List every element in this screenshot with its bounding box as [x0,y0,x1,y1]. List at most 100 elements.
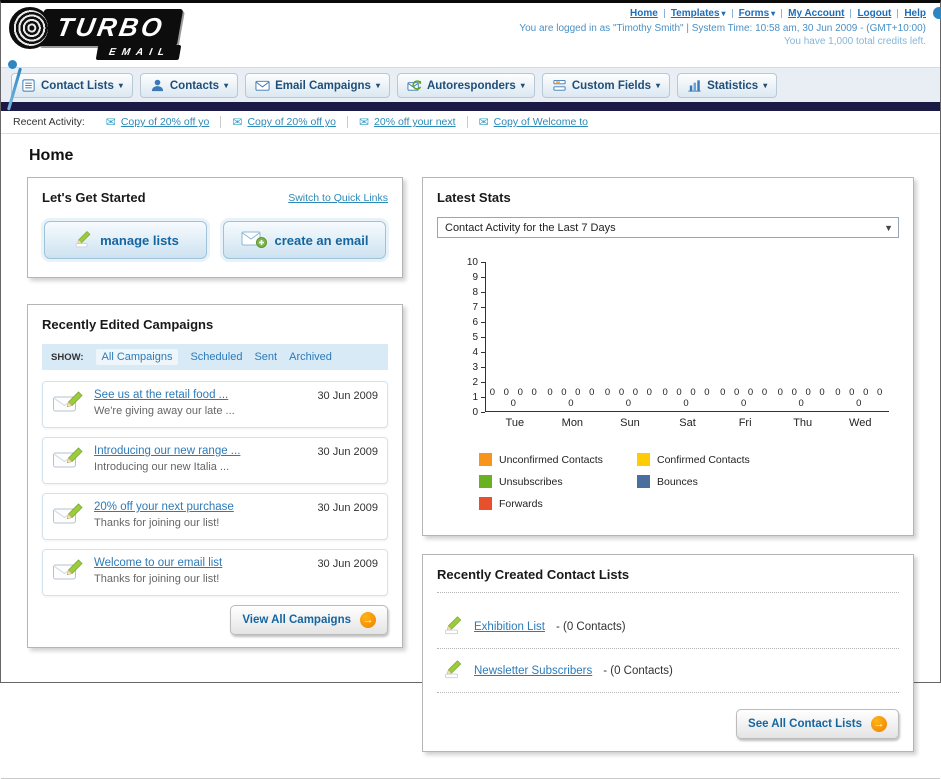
campaign-row[interactable]: See us at the retail food ... We're givi… [42,381,388,428]
contact-list-link[interactable]: Exhibition List [474,621,545,633]
envelope-icon: ✉ [358,115,370,129]
create-email-button[interactable]: create an email [223,221,386,259]
campaign-date: 30 Jun 2009 [317,558,378,570]
campaign-subtitle: We're giving away our late ... [94,405,235,417]
credits-info: You have 1,000 total credits left. [784,36,926,47]
see-all-contact-lists-button[interactable]: See All Contact Lists → [736,709,899,739]
separator [731,8,733,18]
campaign-title-link[interactable]: Welcome to our email list [94,557,307,569]
tab-statistics[interactable]: Statistics ▾ [677,73,778,98]
legend-label: Unsubscribes [499,475,563,488]
recent-activity-bar: Recent Activity: ✉ Copy of 20% off yo ✉ … [1,111,940,134]
chevron-down-icon: ▾ [520,81,525,90]
filter-scheduled[interactable]: Scheduled [190,351,242,363]
campaigns-title: Recently Edited Campaigns [42,317,214,332]
envelope-pencil-icon [52,389,84,420]
email-campaigns-icon [255,78,270,93]
contacts-icon [150,78,165,93]
envelope-plus-icon [241,229,267,252]
top-link-logout[interactable]: Logout [857,8,891,19]
filter-all-campaigns[interactable]: All Campaigns [95,349,179,365]
logo-sub-text: EMAIL [96,45,182,60]
tab-contacts[interactable]: Contacts ▾ [139,73,239,98]
top-link-help[interactable]: Help [904,8,926,19]
tab-custom-fields[interactable]: Custom Fields ▾ [541,73,671,98]
campaign-title-link[interactable]: Introducing our new range ... [94,445,307,457]
tab-contact-lists[interactable]: Contact Lists ▾ [11,73,133,98]
view-all-campaigns-button[interactable]: View All Campaigns → [230,605,388,635]
top-nav-links: Home Templates ▾ Forms ▾ My Account Logout Help [519,8,926,19]
chart-x-tick-label: Sun [620,417,640,429]
manage-lists-label: manage lists [100,232,179,248]
campaign-date: 30 Jun 2009 [317,502,378,514]
legend-swatch [637,453,650,466]
top-link-my-account[interactable]: My Account [788,8,844,19]
arrow-right-icon: → [871,716,887,732]
chevron-down-icon: ▾ [721,9,726,18]
campaign-row[interactable]: 20% off your next purchase Thanks for jo… [42,493,388,540]
contact-list-count: - (0 Contacts) [555,620,626,633]
chart-value-labels: 0 0 0 0 0 [489,387,540,409]
turbo-email-logo: TURBO EMAIL [9,7,184,60]
chart-x-tick-label: Thu [793,417,813,429]
top-link-home[interactable]: Home [630,8,658,19]
chart-value-labels: 0 0 0 0 0 [662,387,713,409]
campaign-date: 30 Jun 2009 [317,390,378,402]
chart-value-labels: 0 0 0 0 0 [777,387,828,409]
recent-activity-link[interactable]: 20% off your next [374,116,456,128]
top-link-forms[interactable]: Forms ▾ [739,8,776,19]
campaign-title-link[interactable]: See us at the retail food ... [94,389,307,401]
filter-archived[interactable]: Archived [289,351,332,363]
stats-filter-value: Contact Activity for the Last 7 Days [445,221,616,234]
separator [850,8,852,18]
chart-value-labels: 0 0 0 0 0 [835,387,886,409]
contact-list-link[interactable]: Newsletter Subscribers [474,665,592,677]
chevron-down-icon: ▾ [118,81,123,90]
contact-list-count: - (0 Contacts) [603,664,673,677]
blue-corner-decoration [933,7,941,19]
see-all-contact-lists-label: See All Contact Lists [748,718,862,730]
tab-autoresponders[interactable]: Autoresponders ▾ [396,73,535,98]
chart-x-tick-label: Mon [561,417,584,429]
legend-swatch [479,453,492,466]
manage-lists-button[interactable]: manage lists [44,221,207,259]
top-link-templates[interactable]: Templates ▾ [671,8,726,19]
legend-item: Bounces [637,475,795,488]
filter-sent[interactable]: Sent [254,351,277,363]
create-email-label: create an email [274,232,369,248]
chart-y-axis: 10 9 8 7 6 5 4 3 2 1 0 [459,257,485,418]
tab-label: Autoresponders [426,79,516,92]
stats-filter-dropdown[interactable]: Contact Activity for the Last 7 Days ▼ [437,217,899,238]
legend-item: Confirmed Contacts [637,453,795,466]
autoresponders-icon [407,78,422,93]
tab-label: Email Campaigns [275,79,371,92]
campaign-subtitle: Thanks for joining our list! [94,517,220,529]
recent-activity-link[interactable]: Copy of 20% off yo [247,116,336,128]
recent-campaigns-panel: Recently Edited Campaigns SHOW: All Camp… [27,304,403,648]
recent-activity-item: ✉ Copy of 20% off yo [95,116,222,128]
legend-item: Unsubscribes [479,475,637,488]
turbine-icon [9,7,51,49]
chevron-down-icon: ▾ [224,81,229,90]
legend-item: Forwards [479,497,637,510]
campaign-title-link[interactable]: 20% off your next purchase [94,501,307,513]
contact-activity-chart: 10 9 8 7 6 5 4 3 2 1 0 0 0 0 0 0 0 0 0 0 0 0 0 0 0 0… [437,257,899,429]
statistics-icon [687,78,702,93]
contact-lists-title: Recently Created Contact Lists [437,567,899,593]
tab-email-campaigns[interactable]: Email Campaigns ▾ [245,73,390,98]
campaign-subtitle: Thanks for joining our list! [94,573,220,585]
campaign-row[interactable]: Introducing our new range ... Introducin… [42,437,388,484]
campaign-row[interactable]: Welcome to our email list Thanks for joi… [42,549,388,596]
recent-activity-link[interactable]: Copy of Welcome to [494,116,588,128]
contact-list-row[interactable]: Exhibition List - (0 Contacts) [437,605,899,649]
legend-swatch [479,475,492,488]
switch-quick-links-link[interactable]: Switch to Quick Links [288,192,388,204]
campaigns-filter-bar: SHOW: All Campaigns Scheduled Sent Archi… [42,344,388,370]
chart-zero-labels: 0 0 0 0 0 0 0 0 0 0 0 0 0 0 0 0 0 0 0 0 0 0 … [486,387,889,409]
recent-activity-link[interactable]: Copy of 20% off yo [121,116,210,128]
contact-lists-panel: Recently Created Contact Lists Exhibitio… [422,554,914,752]
contact-list-row[interactable]: Newsletter Subscribers - (0 Contacts) [437,649,899,693]
tab-label: Contact Lists [41,79,114,92]
tab-label: Custom Fields [571,79,652,92]
pencil-icon [441,658,463,683]
